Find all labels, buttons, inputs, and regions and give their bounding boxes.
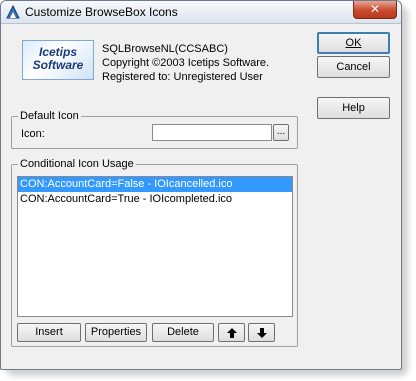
- app-icon: [6, 4, 20, 19]
- arrow-down-icon: [256, 328, 267, 338]
- title-bar[interactable]: Customize BrowseBox Icons ✕: [1, 1, 401, 24]
- close-button[interactable]: ✕: [353, 1, 397, 19]
- product-name: SQLBrowseNL(CCSABC): [102, 43, 228, 55]
- logo-text: Icetips Software: [32, 45, 84, 72]
- cancel-button[interactable]: Cancel: [317, 56, 390, 78]
- delete-button[interactable]: Delete: [152, 323, 214, 342]
- browse-icon-button[interactable]: ...: [273, 124, 289, 141]
- move-down-button[interactable]: [248, 323, 275, 342]
- icon-field-label: Icon:: [21, 128, 45, 140]
- default-icon-group-label: Default Icon: [18, 110, 81, 122]
- list-item[interactable]: CON:AccountCard=True - IOIcompleted.ico: [18, 192, 292, 207]
- help-button[interactable]: Help: [317, 97, 390, 119]
- window-title: Customize BrowseBox Icons: [25, 5, 178, 19]
- registration-text: Registered to: Unregistered User: [102, 71, 263, 83]
- insert-button[interactable]: Insert: [17, 323, 81, 342]
- dialog-window: Customize BrowseBox Icons ✕ Icetips Soft…: [0, 0, 402, 370]
- list-item[interactable]: CON:AccountCard=False - IOIcancelled.ico: [18, 177, 292, 192]
- conditional-icon-list[interactable]: CON:AccountCard=False - IOIcancelled.ico…: [17, 176, 293, 317]
- move-up-button[interactable]: [218, 323, 245, 342]
- copyright-text: Copyright ©2003 Icetips Software.: [102, 57, 270, 69]
- icon-input[interactable]: [152, 124, 272, 141]
- arrow-up-icon: [226, 328, 237, 338]
- ok-button[interactable]: OK: [317, 32, 390, 54]
- properties-button[interactable]: Properties: [85, 323, 147, 342]
- conditional-icon-group-label: Conditional Icon Usage: [18, 158, 136, 170]
- icetips-logo: Icetips Software: [22, 40, 94, 80]
